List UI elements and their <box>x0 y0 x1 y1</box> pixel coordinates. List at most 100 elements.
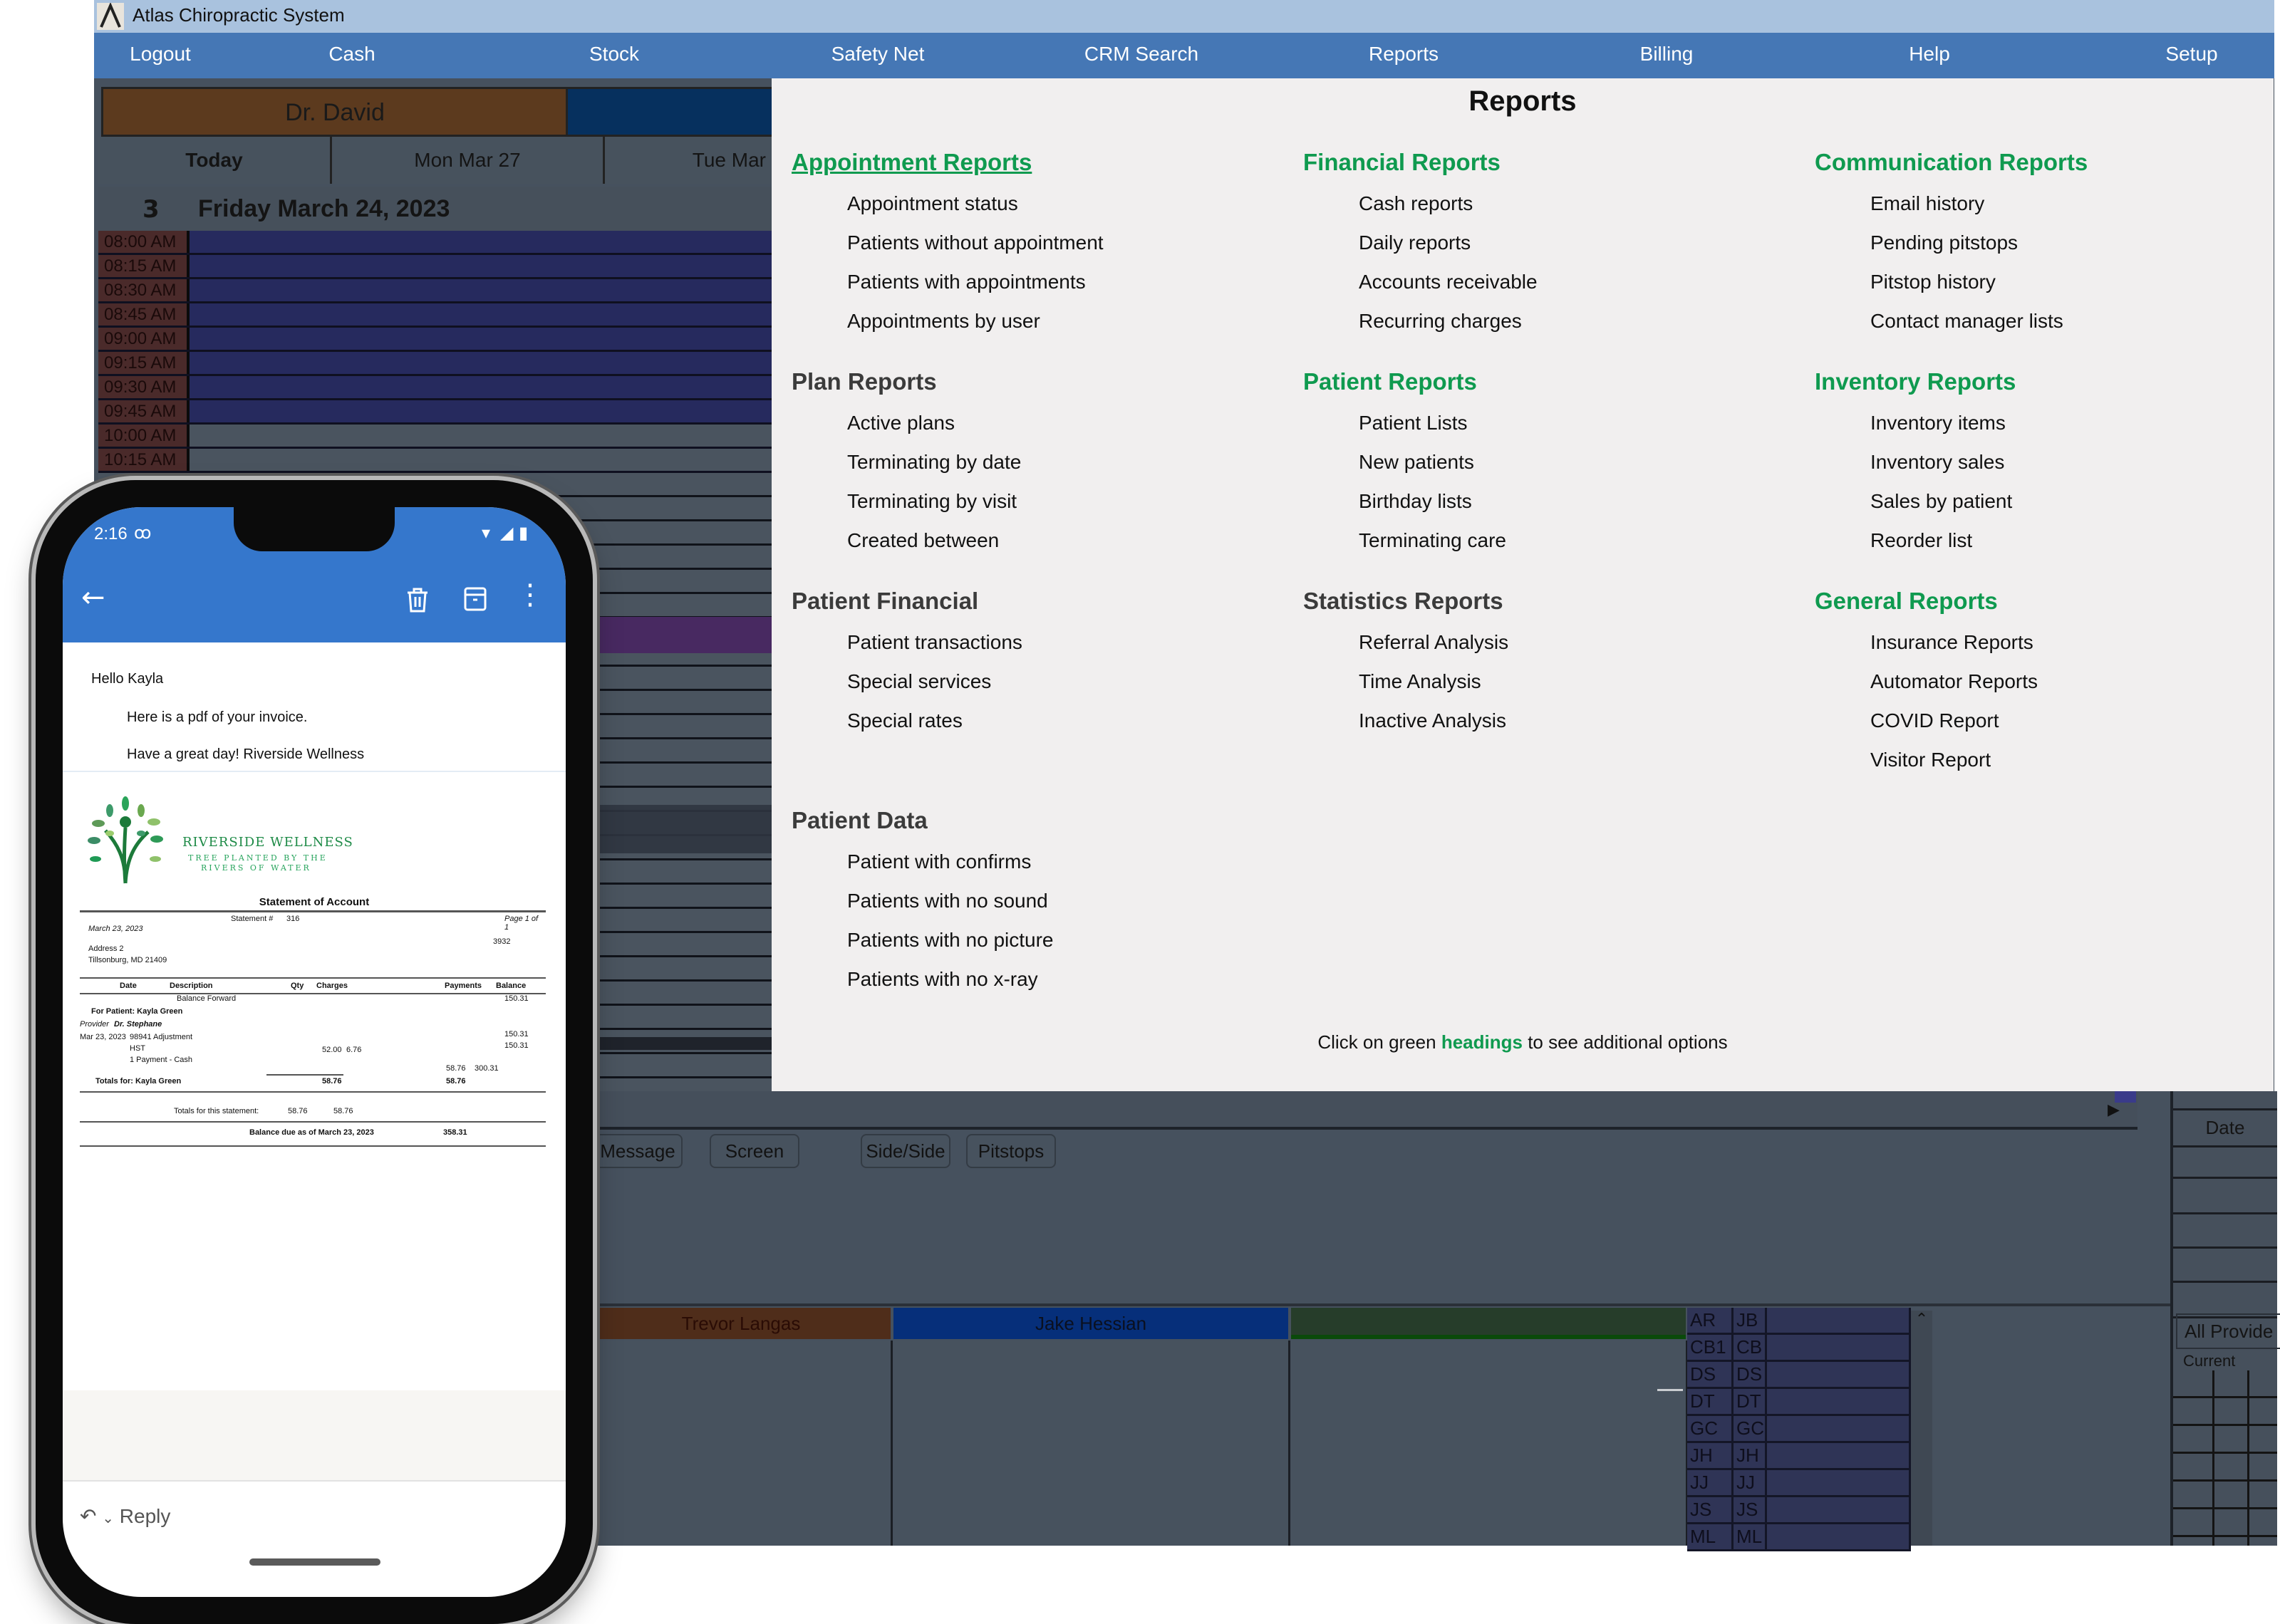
provider-jake-hessian[interactable]: Jake Hessian <box>893 1308 1288 1339</box>
heading-communication-reports[interactable]: Communication Reports <box>1815 147 2088 178</box>
more-options-icon[interactable]: ⋮ <box>516 578 544 611</box>
initials-row[interactable]: GC GC <box>1687 1416 1911 1443</box>
report-link[interactable]: Terminating by date <box>847 442 1021 482</box>
menu-logout[interactable]: Logout <box>130 43 191 66</box>
chevron-down-icon[interactable]: ⌄ <box>102 1511 114 1526</box>
current-grid[interactable] <box>2173 1370 2277 1546</box>
horizontal-scrollbar[interactable] <box>591 1091 2138 1130</box>
delete-icon[interactable] <box>405 585 430 621</box>
report-link[interactable]: Daily reports <box>1359 223 1538 262</box>
provider-column-green[interactable] <box>1291 1308 1686 1339</box>
report-link[interactable]: Email history <box>1870 184 2088 223</box>
time-slot[interactable]: 10:15 AM <box>98 449 772 473</box>
report-link[interactable]: Referral Analysis <box>1359 623 1508 662</box>
report-link[interactable]: Reorder list <box>1870 521 2016 560</box>
menu-billing[interactable]: Billing <box>1640 43 1694 66</box>
menu-cash[interactable]: Cash <box>328 43 375 66</box>
screen-button[interactable]: Screen <box>710 1134 799 1168</box>
report-link[interactable]: Patient transactions <box>847 623 1022 662</box>
menu-crm-search[interactable]: CRM Search <box>1084 43 1198 66</box>
provider-filter-select[interactable]: All Provide <box>2176 1313 2280 1349</box>
report-link[interactable]: Patients with no picture <box>847 920 1054 959</box>
report-link[interactable]: Inventory sales <box>1870 442 2016 482</box>
time-slot[interactable]: 08:45 AM <box>98 303 772 328</box>
heading-inventory-reports[interactable]: Inventory Reports <box>1815 366 2016 397</box>
heading-financial-reports[interactable]: Financial Reports <box>1303 147 1538 178</box>
initials-row[interactable]: DS DS <box>1687 1362 1911 1389</box>
report-link[interactable]: Inactive Analysis <box>1359 701 1508 740</box>
menu-reports[interactable]: Reports <box>1369 43 1439 66</box>
report-link[interactable]: Recurring charges <box>1359 301 1538 340</box>
report-link[interactable]: Pending pitstops <box>1870 223 2088 262</box>
time-slot[interactable]: 09:00 AM <box>98 328 772 352</box>
report-link[interactable]: Accounts receivable <box>1359 262 1538 301</box>
notes-pane-3[interactable] <box>1291 1341 1688 1546</box>
back-arrow-icon[interactable]: ← <box>81 581 105 614</box>
menu-stock[interactable]: Stock <box>589 43 639 66</box>
report-link[interactable]: Special services <box>847 662 1022 701</box>
notes-pane-2[interactable] <box>893 1341 1290 1546</box>
initials-row[interactable]: ML ML <box>1687 1524 1911 1551</box>
scroll-right-icon[interactable]: ▶ <box>2108 1101 2126 1123</box>
initials-row[interactable]: JH JH <box>1687 1443 1911 1470</box>
heading-appointment-reports[interactable]: Appointment Reports <box>792 147 1104 178</box>
report-link[interactable]: Patients without appointment <box>847 223 1104 262</box>
initials-row[interactable]: CB1 CB <box>1687 1335 1911 1362</box>
report-link[interactable]: COVID Report <box>1870 701 2038 740</box>
time-slot[interactable]: 08:15 AM <box>98 255 772 279</box>
invoice-attachment[interactable]: RIVERSIDE WELLNESS TREE PLANTED BY THE R… <box>63 772 566 1392</box>
report-link[interactable]: Visitor Report <box>1870 740 2038 779</box>
report-link[interactable]: Cash reports <box>1359 184 1538 223</box>
menu-setup[interactable]: Setup <box>2165 43 2217 66</box>
provider-header[interactable]: Dr. David <box>101 87 569 137</box>
report-link[interactable]: Appointment status <box>847 184 1104 223</box>
report-link[interactable]: Inventory items <box>1870 403 2016 442</box>
report-link[interactable]: Patients with appointments <box>847 262 1104 301</box>
report-link[interactable]: Terminating care <box>1359 521 1506 560</box>
heading-patient-reports[interactable]: Patient Reports <box>1303 366 1506 397</box>
report-link[interactable]: Insurance Reports <box>1870 623 2038 662</box>
initials-row[interactable]: JJ JJ <box>1687 1470 1911 1497</box>
report-link[interactable]: Created between <box>847 521 1021 560</box>
archive-icon[interactable] <box>463 585 487 620</box>
report-link[interactable]: New patients <box>1359 442 1506 482</box>
report-link[interactable]: Sales by patient <box>1870 482 2016 521</box>
heading-general-reports[interactable]: General Reports <box>1815 585 2038 617</box>
report-link[interactable]: Active plans <box>847 403 1021 442</box>
time-slot[interactable]: 10:00 AM <box>98 425 772 449</box>
time-slot[interactable]: 08:00 AM <box>98 231 772 255</box>
menu-help[interactable]: Help <box>1909 43 1950 66</box>
report-link[interactable]: Terminating by visit <box>847 482 1021 521</box>
notes-pane-1[interactable] <box>591 1341 893 1546</box>
report-link[interactable]: Patient with confirms <box>847 842 1054 881</box>
report-link[interactable]: Pitstop history <box>1870 262 2088 301</box>
reply-button[interactable]: ↶ ⌄ Reply <box>80 1504 170 1528</box>
report-link[interactable]: Time Analysis <box>1359 662 1508 701</box>
report-link[interactable]: Appointments by user <box>847 301 1104 340</box>
report-link[interactable]: Patient Lists <box>1359 403 1506 442</box>
provider-trevor-langas[interactable]: Trevor Langas <box>591 1308 891 1339</box>
report-link[interactable]: Special rates <box>847 701 1022 740</box>
message-button[interactable]: Message <box>593 1134 683 1168</box>
provider-header-2[interactable] <box>566 87 777 137</box>
report-link[interactable]: Automator Reports <box>1870 662 2038 701</box>
report-link[interactable]: Patients with no sound <box>847 881 1054 920</box>
time-slot[interactable]: 09:45 AM <box>98 400 772 425</box>
initials-scrollbar[interactable]: ⌃ <box>1911 1311 1932 1546</box>
report-link[interactable]: Patients with no x-ray <box>847 959 1054 999</box>
pitstops-button[interactable]: Pitstops <box>966 1134 1056 1168</box>
initials-row[interactable]: AR JB <box>1687 1308 1911 1335</box>
tab-today[interactable]: Today <box>98 137 332 184</box>
appointment-block[interactable] <box>586 617 772 653</box>
scroll-thumb[interactable] <box>2115 1091 2136 1103</box>
menu-safety-net[interactable]: Safety Net <box>831 43 925 66</box>
initials-row[interactable]: DT DT <box>1687 1389 1911 1416</box>
tab-tue-mar[interactable]: Tue Mar <box>606 137 766 184</box>
report-link[interactable]: Birthday lists <box>1359 482 1506 521</box>
initials-row[interactable]: JS JS <box>1687 1497 1911 1524</box>
time-slot[interactable]: 09:15 AM <box>98 352 772 376</box>
time-slot[interactable]: 09:30 AM <box>98 376 772 400</box>
tab-mon-mar-27[interactable]: Mon Mar 27 <box>332 137 605 184</box>
report-link[interactable]: Contact manager lists <box>1870 301 2088 340</box>
time-slot[interactable]: 08:30 AM <box>98 279 772 303</box>
